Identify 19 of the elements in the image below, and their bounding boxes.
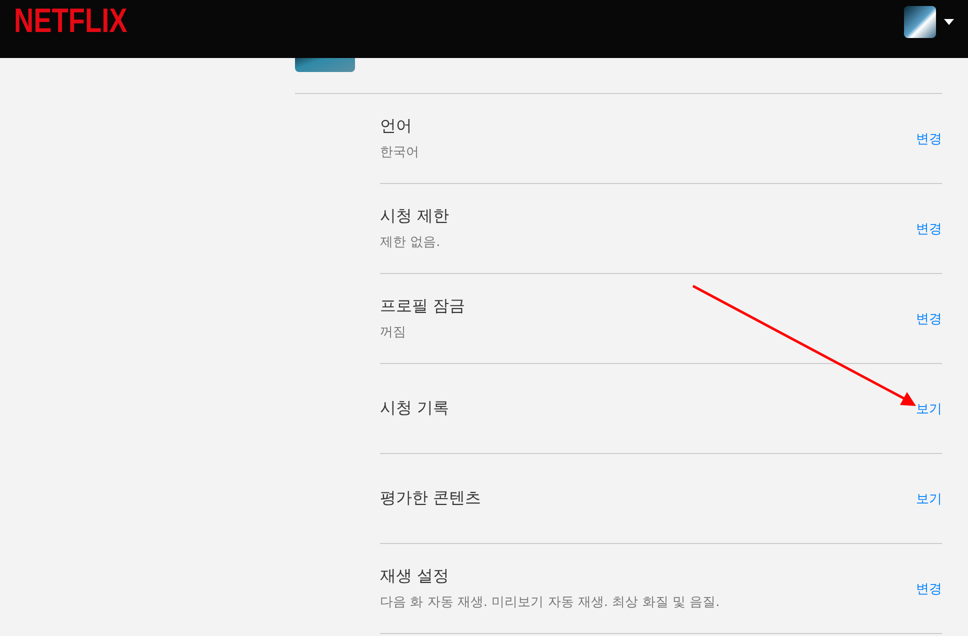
setting-title: 시청 기록 — [380, 398, 450, 419]
logo[interactable]: NETFLIX — [14, 2, 128, 40]
setting-link[interactable]: 보기 — [916, 400, 942, 418]
setting-value: 꺼짐 — [380, 324, 407, 341]
setting-link[interactable]: 변경 — [916, 220, 942, 238]
setting-link[interactable]: 변경 — [916, 310, 942, 328]
caret-icon[interactable] — [944, 19, 954, 25]
setting-link[interactable]: 보기 — [916, 490, 942, 508]
setting-value: 다음 화 자동 재생. 미리보기 자동 재생. 최상 화질 및 음질. — [380, 594, 720, 611]
profile-avatar[interactable] — [904, 6, 936, 38]
setting-link[interactable]: 변경 — [916, 580, 942, 598]
setting-title: 재생 설정 — [380, 566, 450, 587]
setting-title: 평가한 콘텐츠 — [380, 488, 482, 509]
setting-link[interactable]: 변경 — [916, 130, 942, 148]
setting-title: 시청 제한 — [380, 206, 450, 227]
setting-title: 프로필 잠금 — [380, 296, 466, 317]
setting-value: 한국어 — [380, 144, 419, 161]
setting-title: 언어 — [380, 116, 413, 137]
setting-value: 제한 없음. — [380, 234, 442, 251]
